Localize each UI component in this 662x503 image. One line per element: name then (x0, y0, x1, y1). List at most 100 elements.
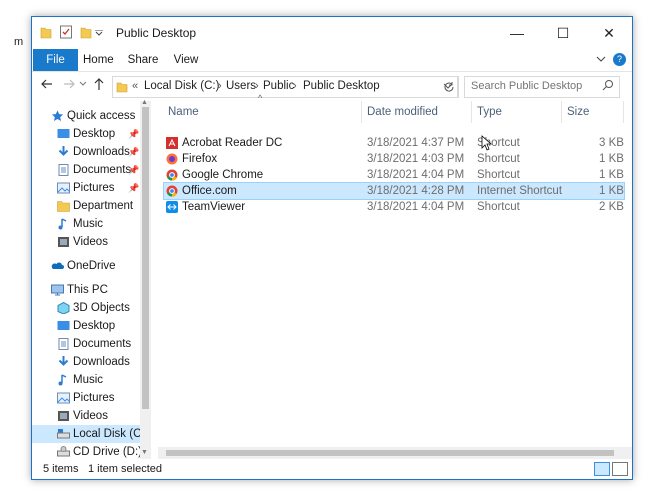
search-input[interactable] (471, 80, 591, 92)
file-explorer-window: Public Desktop — ☐ ✕ File Home Share Vie… (31, 16, 633, 480)
nav-label: 3D Objects (73, 302, 130, 314)
breadcrumb-separator: › (255, 80, 259, 92)
nav-item-pc-documents[interactable]: Documents (32, 335, 140, 353)
nav-item-cd-drive[interactable]: CD Drive (D:) CP (32, 443, 140, 459)
breadcrumb-public-desktop[interactable]: Public Desktop (303, 80, 380, 92)
file-size: 3 KB (599, 137, 624, 149)
file-row-selected[interactable]: Office.com 3/18/2021 4:28 PM Internet Sh… (163, 182, 625, 200)
file-name: Office.com (182, 185, 237, 197)
column-divider[interactable] (561, 101, 562, 123)
onedrive-icon (51, 262, 64, 269)
forward-arrow-icon[interactable] (62, 77, 76, 91)
file-row[interactable]: TeamViewer 3/18/2021 4:04 PM Shortcut 2 … (164, 199, 624, 215)
nav-item-3d-objects[interactable]: 3D Objects (32, 299, 140, 317)
details-view-icon[interactable] (594, 462, 610, 476)
address-overflow[interactable]: « (132, 80, 138, 92)
tab-home[interactable]: Home (83, 49, 114, 71)
breadcrumb-public[interactable]: Public (263, 80, 294, 92)
nav-item-pictures[interactable]: Pictures 📌 (32, 179, 140, 197)
scroll-down-arrow-icon[interactable]: ▼ (141, 449, 148, 456)
nav-item-music[interactable]: Music (32, 215, 140, 233)
nav-item-department[interactable]: Department (32, 197, 140, 215)
maximize-button[interactable]: ☐ (540, 17, 586, 49)
refresh-button[interactable] (440, 76, 459, 98)
scrollbar-thumb[interactable] (166, 450, 614, 456)
nav-item-quick-access[interactable]: Quick access (32, 107, 140, 125)
tab-share[interactable]: Share (127, 49, 159, 71)
videos-icon (58, 411, 69, 421)
pictures-icon (57, 182, 70, 194)
search-box[interactable] (464, 76, 620, 98)
chevron-down-icon[interactable] (596, 51, 606, 67)
file-row[interactable]: Acrobat Reader DC 3/18/2021 4:37 PM Shor… (164, 135, 624, 151)
up-arrow-icon[interactable] (92, 77, 106, 91)
music-icon (58, 218, 67, 230)
nav-item-local-disk[interactable]: Local Disk (C:) (32, 425, 140, 443)
download-icon (58, 146, 69, 156)
address-row: « Local Disk (C:) › Users › Public › Pub… (32, 71, 632, 102)
nav-label: Videos (73, 410, 108, 422)
desktop-background-right (631, 0, 662, 503)
nav-item-pc-music[interactable]: Music (32, 371, 140, 389)
nav-item-pc-videos[interactable]: Videos (32, 407, 140, 425)
minimize-button[interactable]: — (494, 17, 540, 49)
file-size: 1 KB (599, 185, 624, 197)
nav-label: Downloads (73, 356, 130, 368)
nav-item-pc-downloads[interactable]: Downloads (32, 353, 140, 371)
nav-pane-scrollbar[interactable]: ▲ ▼ (140, 99, 151, 459)
pin-icon: 📌 (128, 147, 140, 157)
close-button[interactable]: ✕ (586, 17, 632, 49)
address-bar[interactable]: « Local Disk (C:) › Users › Public › Pub… (112, 76, 458, 98)
column-divider[interactable] (623, 101, 624, 123)
nav-item-documents[interactable]: Documents 📌 (32, 161, 140, 179)
desktop-background-left: m (0, 0, 31, 503)
column-header-date-modified[interactable]: Date modified (367, 101, 438, 123)
customize-quick-access-icon[interactable] (95, 30, 103, 36)
ribbon-tabs: File Home Share View ? (32, 49, 632, 71)
tab-view[interactable]: View (172, 49, 200, 71)
column-header-size[interactable]: Size (567, 101, 589, 123)
large-icons-view-icon[interactable] (612, 462, 628, 476)
nav-item-pc-desktop[interactable]: Desktop (32, 317, 140, 335)
file-list: ^ Name Date modified Type Size Acrobat R… (158, 93, 632, 459)
nav-item-pc-pictures[interactable]: Pictures (32, 389, 140, 407)
file-list-horizontal-scrollbar[interactable] (158, 447, 632, 459)
file-size: 1 KB (599, 153, 624, 165)
back-arrow-icon[interactable] (40, 77, 54, 91)
file-size: 2 KB (599, 201, 624, 213)
cd-drive-icon (57, 446, 70, 457)
properties-icon[interactable] (59, 25, 73, 39)
nav-item-downloads[interactable]: Downloads 📌 (32, 143, 140, 161)
breadcrumb-users[interactable]: Users (226, 80, 256, 92)
videos-icon (58, 237, 69, 247)
nav-item-onedrive[interactable]: OneDrive (32, 257, 140, 275)
column-divider[interactable] (471, 101, 472, 123)
column-header-name[interactable]: Name (168, 101, 199, 123)
help-button[interactable]: ? (613, 53, 626, 66)
nav-label: CD Drive (D:) CP (73, 446, 140, 458)
music-icon (58, 374, 67, 386)
recent-locations-chevron-icon[interactable] (79, 80, 87, 88)
pin-icon: 📌 (128, 183, 140, 193)
nav-item-videos[interactable]: Videos (32, 233, 140, 251)
nav-item-this-pc[interactable]: This PC (32, 281, 140, 299)
file-row[interactable]: Firefox 3/18/2021 4:03 PM Shortcut 1 KB (164, 151, 624, 167)
file-row[interactable]: Google Chrome 3/18/2021 4:04 PM Shortcut… (164, 167, 624, 183)
tab-file[interactable]: File (33, 49, 78, 71)
acrobat-icon (166, 137, 178, 149)
column-header-type[interactable]: Type (477, 101, 502, 123)
breadcrumb-local-disk[interactable]: Local Disk (C:) (144, 80, 219, 92)
documents-icon (58, 338, 69, 350)
scrollbar-thumb[interactable] (142, 107, 149, 409)
file-type: Internet Shortcut (477, 185, 563, 197)
file-type: Shortcut (477, 201, 520, 213)
scroll-up-arrow-icon[interactable]: ▲ (141, 99, 148, 106)
new-folder-icon[interactable] (80, 25, 92, 39)
nav-label: OneDrive (67, 260, 116, 272)
column-divider[interactable] (361, 101, 362, 123)
nav-label: Quick access (67, 110, 136, 122)
mouse-pointer-icon (481, 135, 493, 151)
nav-item-desktop[interactable]: Desktop 📌 (32, 125, 140, 143)
file-name: Google Chrome (182, 169, 264, 181)
title-bar[interactable]: Public Desktop — ☐ ✕ (32, 17, 632, 49)
